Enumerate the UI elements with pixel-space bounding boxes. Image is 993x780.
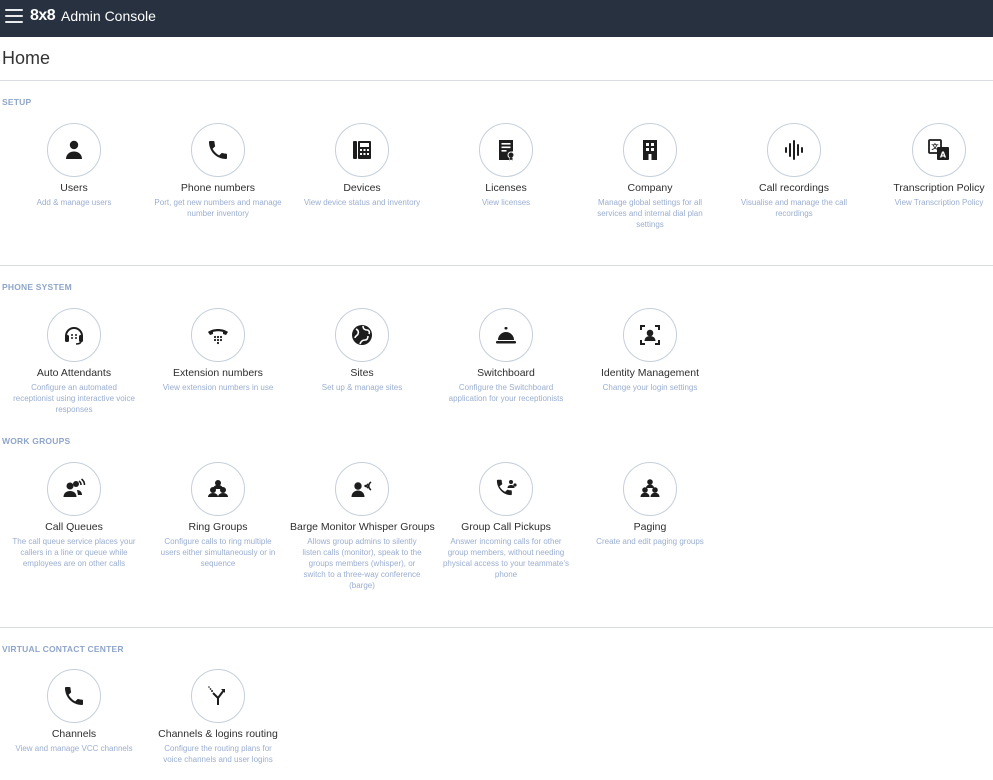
pickup-icon: [479, 462, 533, 516]
tile-users[interactable]: Users Add & manage users: [2, 123, 146, 208]
divider: [0, 627, 993, 628]
tile-desc: Manage global settings for all services …: [597, 198, 703, 229]
tile-desc: Configure calls to ring multiple users e…: [160, 537, 276, 568]
tile-channels[interactable]: Channels View and manage VCC channels: [2, 669, 146, 754]
tile-title: Phone numbers: [180, 182, 256, 194]
tile-desc: Set up & manage sites: [321, 383, 403, 392]
tile-desc: Answer incoming calls for other group me…: [442, 537, 570, 579]
tile-title: Devices: [343, 182, 381, 194]
tile-desc: Configure the Switchboard application fo…: [448, 383, 564, 403]
bell-icon: [479, 308, 533, 362]
user-icon: [47, 123, 101, 177]
tile-channels-logins-routing[interactable]: Channels & logins routing Configure the …: [146, 669, 290, 765]
translate-icon: 文A: [912, 123, 966, 177]
tile-switchboard[interactable]: Switchboard Configure the Switchboard ap…: [434, 308, 578, 404]
section-label-setup: SETUP: [2, 97, 32, 107]
tile-desc: Create and edit paging groups: [596, 537, 704, 546]
tile-title: Call Queues: [45, 521, 103, 533]
globe-icon: [335, 308, 389, 362]
tile-ring-groups[interactable]: Ring Groups Configure calls to ring mult…: [146, 462, 290, 569]
tile-title: Sites: [350, 367, 374, 379]
tile-phone-numbers[interactable]: Phone numbers Port, get new numbers and …: [146, 123, 290, 219]
paging-icon: [623, 462, 677, 516]
tile-transcription-policy[interactable]: 文A Transcription Policy View Transcripti…: [867, 123, 993, 208]
tile-title: Paging: [633, 521, 667, 533]
tile-desc: View licenses: [481, 198, 531, 207]
tile-desc: Configure an automated receptionist usin…: [13, 383, 135, 414]
divider: [0, 80, 993, 81]
tile-title: Barge Monitor Whisper Groups: [290, 521, 435, 533]
tile-licenses[interactable]: Licenses View licenses: [434, 123, 578, 208]
app-title: Admin Console: [61, 8, 156, 24]
desk-phone-icon: [335, 123, 389, 177]
top-bar: 8x8 Admin Console: [0, 0, 993, 37]
tile-title: Company: [627, 182, 673, 194]
tile-title: Users: [60, 182, 88, 194]
tile-title: Identity Management: [600, 367, 700, 379]
tile-desc: View Transcription Policy: [894, 198, 984, 207]
license-icon: [479, 123, 533, 177]
queue-icon: [47, 462, 101, 516]
tile-desc: Port, get new numbers and manage number …: [154, 198, 282, 218]
group-icon: [191, 462, 245, 516]
tile-title: Extension numbers: [173, 367, 263, 379]
tile-desc: Allows group admins to silently listen c…: [302, 537, 422, 590]
tile-barge-monitor-whisper-groups[interactable]: Barge Monitor Whisper Groups Allows grou…: [290, 462, 435, 591]
waveform-icon: [767, 123, 821, 177]
tile-desc: Visualise and manage the call recordings: [740, 198, 848, 218]
phone-icon: [47, 669, 101, 723]
tile-group-call-pickups[interactable]: Group Call Pickups Answer incoming calls…: [434, 462, 578, 580]
identity-icon: [623, 308, 677, 362]
dialpad-phone-icon: [191, 308, 245, 362]
tile-desc: Configure the routing plans for voice ch…: [163, 744, 273, 764]
headset-icon: [47, 308, 101, 362]
phone-icon: [191, 123, 245, 177]
svg-text:文: 文: [932, 142, 940, 151]
tile-desc: View device status and inventory: [303, 198, 421, 207]
tile-title: Licenses: [485, 182, 527, 194]
tile-desc: View extension numbers in use: [162, 383, 274, 392]
tile-title: Channels & logins routing: [158, 728, 278, 740]
tile-title: Ring Groups: [188, 521, 248, 533]
svg-text:A: A: [940, 151, 947, 160]
tile-sites[interactable]: Sites Set up & manage sites: [290, 308, 434, 393]
tile-title: Switchboard: [477, 367, 535, 379]
tile-desc: View and manage VCC channels: [15, 744, 133, 753]
divider: [0, 265, 993, 266]
tile-extension-numbers[interactable]: Extension numbers View extension numbers…: [146, 308, 290, 393]
tile-desc: Add & manage users: [36, 198, 112, 207]
tile-paging[interactable]: Paging Create and edit paging groups: [578, 462, 722, 547]
building-icon: [623, 123, 677, 177]
tile-identity-management[interactable]: Identity Management Change your login se…: [578, 308, 722, 393]
tile-title: Auto Attendants: [36, 367, 112, 379]
whisper-icon: [335, 462, 389, 516]
section-label-phone-system: PHONE SYSTEM: [2, 282, 72, 292]
tile-company[interactable]: Company Manage global settings for all s…: [578, 123, 722, 230]
tile-title: Call recordings: [758, 182, 830, 194]
menu-icon[interactable]: [5, 8, 23, 24]
brand-logo[interactable]: 8x8: [30, 7, 56, 25]
tile-auto-attendants[interactable]: Auto Attendants Configure an automated r…: [2, 308, 146, 415]
tile-devices[interactable]: Devices View device status and inventory: [290, 123, 434, 208]
page-title: Home: [2, 48, 51, 68]
tile-title: Channels: [51, 728, 97, 740]
section-label-virtual-contact-center: VIRTUAL CONTACT CENTER: [2, 644, 124, 654]
tile-title: Transcription Policy: [893, 182, 985, 194]
tile-title: Group Call Pickups: [461, 521, 551, 533]
routing-icon: [191, 669, 245, 723]
tile-call-queues[interactable]: Call Queues The call queue service place…: [2, 462, 146, 569]
section-label-work-groups: WORK GROUPS: [2, 436, 71, 446]
tile-call-recordings[interactable]: Call recordings Visualise and manage the…: [722, 123, 866, 219]
tile-desc: Change your login settings: [602, 383, 698, 392]
tile-desc: The call queue service places your calle…: [12, 537, 136, 568]
